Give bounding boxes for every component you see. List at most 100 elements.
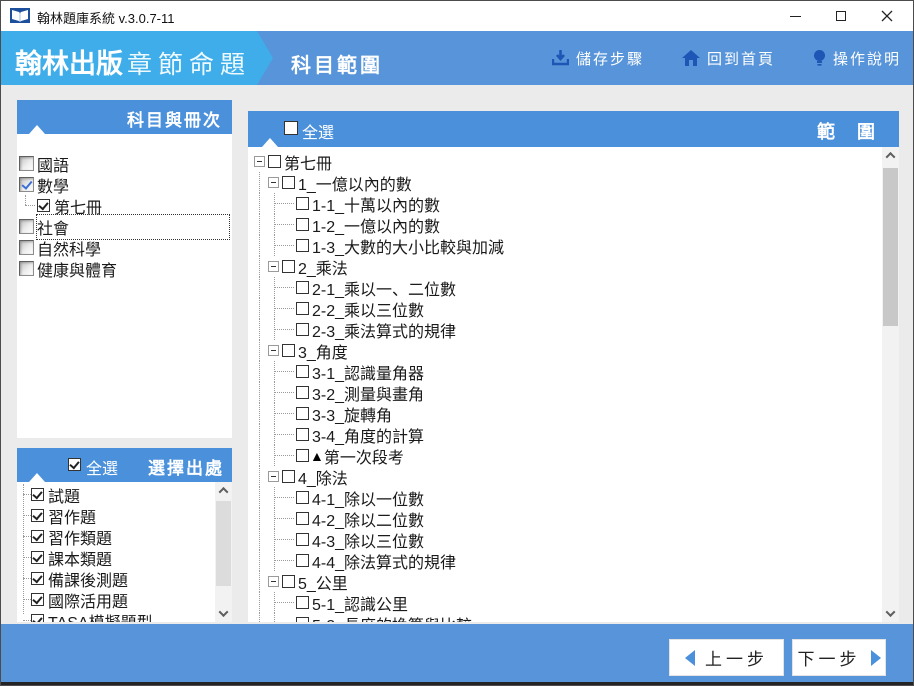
subject-row[interactable]: 社會 [17,213,232,240]
subject-row[interactable]: 自然科學 [17,237,232,259]
source-checkbox[interactable] [31,614,44,622]
collapse-minus-icon[interactable] [268,261,279,272]
scrollbar-thumb[interactable] [216,501,231,586]
collapse-minus-icon[interactable] [254,156,265,167]
source-checkbox[interactable] [31,593,44,606]
subject-checkbox[interactable] [19,156,34,171]
tree-section-row[interactable]: 1-3_大數的大小比較與加減 [252,235,881,257]
chapter-checkbox[interactable] [296,449,309,462]
tree-section-row[interactable]: 3-3_旋轉角 [252,403,881,425]
minimize-button[interactable] [775,1,815,31]
chapter-checkbox[interactable] [296,323,309,336]
tree-section-row[interactable]: 5-1_認識公里 [252,592,881,614]
chapter-checkbox[interactable] [296,239,309,252]
collapse-minus-icon[interactable] [268,345,279,356]
subject-row[interactable]: 健康與體育 [17,258,232,280]
source-row[interactable]: 課本類題 [17,547,215,569]
chevron-down-icon [885,607,896,618]
range-select-all-checkbox[interactable] [284,121,298,135]
source-row[interactable]: 習作類題 [17,526,215,548]
tree-section-row[interactable]: 3-2_測量與畫角 [252,382,881,404]
tree-section-row[interactable]: 1-1_十萬以內的數 [252,193,881,215]
tree-chapter-row[interactable]: 5_公里 [252,571,881,593]
source-row[interactable]: TASA模擬題型 [17,610,215,622]
collapse-minus-icon[interactable] [268,177,279,188]
chapter-checkbox[interactable] [296,218,309,231]
chapter-checkbox[interactable] [282,470,295,483]
chapter-checkbox[interactable] [296,512,309,525]
tree-chapter-row[interactable]: 1_一億以內的數 [252,172,881,194]
tree-section-row[interactable]: 2-3_乘法算式的規律 [252,319,881,341]
tree-section-row[interactable]: 4-3_除以三位數 [252,529,881,551]
tree-section-row[interactable]: 2-1_乘以一、二位數 [252,277,881,299]
tree-scrollbar[interactable] [882,147,899,622]
source-row[interactable]: 試題 [17,484,215,506]
subject-checkbox[interactable] [19,240,34,255]
tree-section-row[interactable]: 4-1_除以一位數 [252,487,881,509]
chapter-checkbox[interactable] [282,575,295,588]
scroll-up-button[interactable] [882,147,899,164]
tree-root-row[interactable]: 第七冊 [252,151,881,173]
chapter-checkbox[interactable] [296,281,309,294]
save-steps-button[interactable]: 儲存步驟 [551,48,644,69]
source-row[interactable]: 國際活用題 [17,589,215,611]
chapter-checkbox[interactable] [296,596,309,609]
subject-checkbox[interactable] [19,219,34,234]
sources-scrollbar[interactable] [215,482,232,622]
home-icon [681,50,700,66]
subject-checkbox[interactable] [19,177,34,192]
chapter-checkbox[interactable] [282,176,295,189]
home-button[interactable]: 回到首頁 [681,48,775,69]
chapter-checkbox[interactable] [296,428,309,441]
help-button[interactable]: 操作說明 [813,48,901,69]
tree-section-row[interactable]: 3-4_角度的計算 [252,424,881,446]
subject-checkbox[interactable] [19,261,34,276]
tree-chapter-row[interactable]: 2_乘法 [252,256,881,278]
tree-line [274,287,294,288]
source-checkbox[interactable] [31,530,44,543]
source-checkbox[interactable] [31,509,44,522]
source-label: TASA模擬題型 [48,609,153,623]
chapter-checkbox[interactable] [296,386,309,399]
source-checkbox[interactable] [31,488,44,501]
scroll-up-button[interactable] [215,482,232,499]
tree-section-row[interactable]: 2-2_乘以三位數 [252,298,881,320]
next-step-button[interactable]: 下一步 [792,639,886,676]
chapter-checkbox[interactable] [296,617,309,622]
subject-row[interactable]: 數學 [17,174,232,196]
tree-section-row[interactable]: 1-2_一億以內的數 [252,214,881,236]
volume-row[interactable]: 第七冊 [17,195,232,217]
chapter-checkbox[interactable] [296,407,309,420]
tree-section-row[interactable]: 5-2_長度的換算與比較 [252,613,881,622]
collapse-minus-icon[interactable] [268,471,279,482]
previous-step-button[interactable]: 上一步 [669,639,784,676]
tree-section-row[interactable]: ▲ 第一次段考 [252,445,881,467]
chapter-checkbox[interactable] [296,554,309,567]
chapter-checkbox[interactable] [296,197,309,210]
source-row[interactable]: 習作題 [17,505,215,527]
tree-section-row[interactable]: 4-2_除以二位數 [252,508,881,530]
chapter-checkbox[interactable] [268,155,281,168]
scroll-down-button[interactable] [882,605,899,622]
chapter-checkbox[interactable] [296,533,309,546]
tree-chapter-row[interactable]: 4_除法 [252,466,881,488]
tree-chapter-row[interactable]: 3_角度 [252,340,881,362]
scroll-down-button[interactable] [215,605,232,622]
source-checkbox[interactable] [31,551,44,564]
collapse-minus-icon[interactable] [268,576,279,587]
tree-section-row[interactable]: 4-4_除法算式的規律 [252,550,881,572]
chapter-checkbox[interactable] [296,302,309,315]
sources-select-all-checkbox[interactable] [68,458,81,471]
chapter-checkbox[interactable] [282,344,295,357]
chapter-checkbox[interactable] [296,491,309,504]
chapter-checkbox[interactable] [296,365,309,378]
subject-row[interactable]: 國語 [17,153,232,175]
tree-section-row[interactable]: 3-1_認識量角器 [252,361,881,383]
source-row[interactable]: 備課後測題 [17,568,215,590]
scrollbar-thumb[interactable] [883,168,898,326]
source-checkbox[interactable] [31,572,44,585]
volume-checkbox[interactable] [37,199,50,212]
close-button[interactable] [867,1,907,31]
maximize-button[interactable] [821,1,861,31]
chapter-checkbox[interactable] [282,260,295,273]
